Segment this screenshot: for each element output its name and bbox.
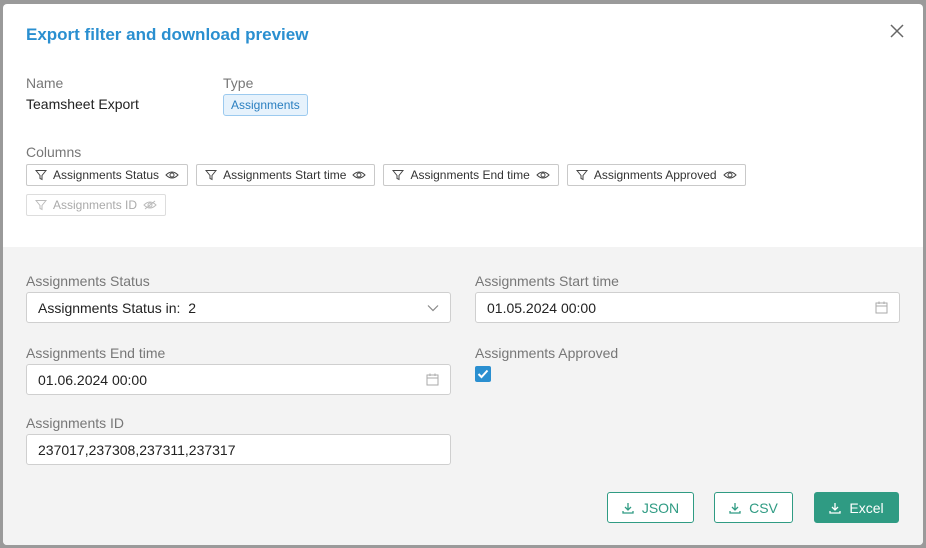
- end-time-value: 01.06.2024 00:00: [38, 371, 147, 388]
- id-value: 237017,237308,237311,237317: [38, 441, 236, 458]
- status-select-value: Assignments Status in: 2: [38, 300, 196, 316]
- name-block: Name Teamsheet Export: [26, 75, 139, 112]
- download-excel-button[interactable]: Excel: [814, 492, 899, 523]
- download-json-label: JSON: [641, 499, 680, 516]
- dialog-header-section: Export filter and download preview Name …: [3, 4, 923, 247]
- id-label: Assignments ID: [26, 415, 125, 431]
- column-chip-id[interactable]: Assignments ID: [26, 194, 167, 216]
- dialog-title: Export filter and download preview: [26, 25, 309, 44]
- column-chip-label: Assignments Approved: [593, 168, 717, 182]
- approved-label: Assignments Approved: [475, 345, 619, 361]
- eye-icon[interactable]: [722, 170, 737, 180]
- download-csv-label: CSV: [749, 499, 778, 516]
- start-time-input[interactable]: 01.05.2024 00:00: [475, 292, 900, 323]
- eye-icon[interactable]: [165, 170, 179, 180]
- filter-icon: [205, 170, 218, 181]
- end-time-field: Assignments End time 01.06.2024 00:00: [26, 345, 451, 395]
- approved-field: Assignments Approved: [475, 345, 618, 382]
- type-badge: Assignments: [223, 94, 308, 116]
- column-chip-end-time[interactable]: Assignments End time: [383, 164, 559, 186]
- filter-icon: [392, 170, 405, 181]
- columns-label: Columns: [26, 144, 82, 160]
- status-select-prefix: Assignments Status in:: [38, 299, 181, 316]
- end-time-label: Assignments End time: [26, 345, 166, 361]
- end-time-input[interactable]: 01.06.2024 00:00: [26, 364, 451, 395]
- check-icon: [477, 369, 489, 379]
- calendar-icon[interactable]: [875, 301, 888, 314]
- download-json-button[interactable]: JSON: [607, 492, 694, 523]
- download-csv-button[interactable]: CSV: [714, 492, 793, 523]
- column-chip-start-time[interactable]: Assignments Start time: [196, 164, 376, 186]
- download-icon: [729, 502, 741, 514]
- close-icon[interactable]: [889, 24, 905, 40]
- column-chip-approved[interactable]: Assignments Approved: [566, 164, 746, 186]
- eye-icon[interactable]: [536, 170, 550, 180]
- column-chip-label: Assignments Start time: [223, 168, 347, 182]
- status-field: Assignments Status Assignments Status in…: [26, 273, 451, 323]
- eye-icon[interactable]: [352, 170, 367, 180]
- filter-icon: [575, 170, 588, 181]
- filter-icon: [35, 200, 47, 211]
- type-block: Type Assignments: [223, 75, 308, 116]
- download-excel-label: Excel: [849, 499, 884, 516]
- export-dialog: Export filter and download preview Name …: [3, 4, 923, 545]
- download-icon: [829, 502, 842, 514]
- start-time-value: 01.05.2024 00:00: [487, 299, 596, 316]
- download-icon: [622, 502, 634, 514]
- column-chip-label: Assignments End time: [410, 168, 530, 182]
- status-select[interactable]: Assignments Status in: 2: [26, 292, 451, 323]
- approved-checkbox[interactable]: [475, 366, 491, 382]
- status-select-count: 2: [188, 299, 196, 316]
- type-label: Type: [223, 75, 254, 91]
- status-label: Assignments Status: [26, 273, 150, 289]
- filter-icon: [35, 170, 47, 181]
- name-value: Teamsheet Export: [26, 96, 139, 112]
- start-time-label: Assignments Start time: [475, 273, 619, 289]
- column-chip-label: Assignments Status: [53, 168, 160, 182]
- start-time-field: Assignments Start time 01.05.2024 00:00: [475, 273, 900, 323]
- column-chips: Assignments Status Assignments Start tim…: [26, 164, 826, 224]
- id-input[interactable]: 237017,237308,237311,237317: [26, 434, 451, 465]
- name-label: Name: [26, 75, 64, 91]
- column-chip-status[interactable]: Assignments Status: [26, 164, 189, 186]
- column-chip-label: Assignments ID: [53, 198, 138, 212]
- chevron-down-icon: [427, 304, 439, 311]
- calendar-icon[interactable]: [426, 373, 439, 386]
- id-field: Assignments ID 237017,237308,237311,2373…: [26, 415, 451, 465]
- eye-off-icon[interactable]: [143, 200, 157, 210]
- filter-form: Assignments Status Assignments Status in…: [3, 247, 923, 545]
